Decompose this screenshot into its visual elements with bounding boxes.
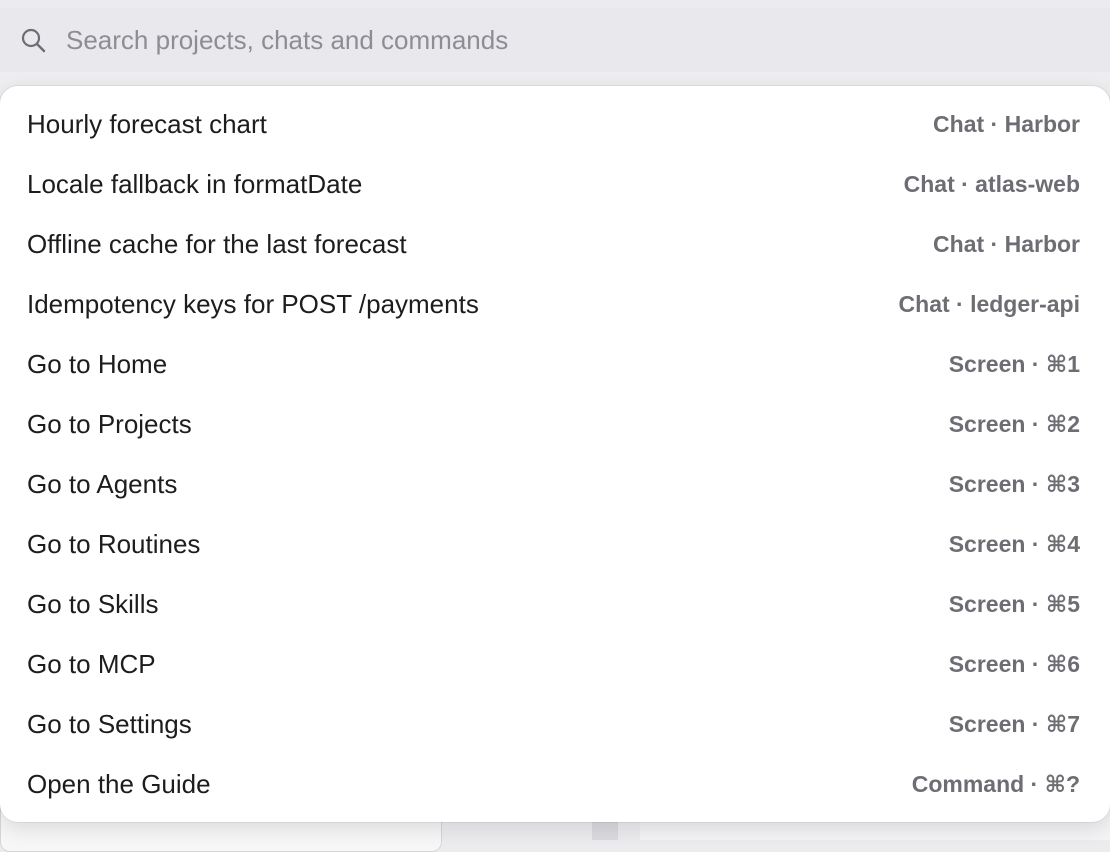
result-row[interactable]: Go to Settings Screen · ⌘7 [0,694,1110,754]
result-row[interactable]: Open the Guide Command · ⌘? [0,754,1110,814]
result-meta: Screen · ⌘7 [948,710,1080,737]
result-meta: Chat · Harbor [933,110,1080,137]
result-title: Go to Routines [27,528,201,559]
result-title: Go to Skills [27,588,159,619]
result-title: Go to Agents [27,468,178,499]
search-input[interactable] [64,22,1086,58]
result-title: Idempotency keys for POST /payments [27,288,479,319]
command-palette-results: Hourly forecast chart Chat · Harbor Loca… [0,86,1110,822]
result-title: Go to MCP [27,648,156,679]
result-row[interactable]: Go to MCP Screen · ⌘6 [0,634,1110,694]
result-row[interactable]: Locale fallback in formatDate Chat · atl… [0,154,1110,214]
result-meta: Screen · ⌘3 [948,470,1080,497]
result-row[interactable]: Go to Agents Screen · ⌘3 [0,454,1110,514]
result-title: Open the Guide [27,768,211,799]
result-row[interactable]: Hourly forecast chart Chat · Harbor [0,94,1110,154]
result-row[interactable]: Go to Projects Screen · ⌘2 [0,394,1110,454]
result-row[interactable]: Go to Home Screen · ⌘1 [0,334,1110,394]
result-title: Offline cache for the last forecast [27,228,407,259]
result-meta: Chat · atlas-web [903,170,1080,197]
result-title: Go to Settings [27,708,192,739]
result-meta: Screen · ⌘6 [948,650,1080,677]
result-meta: Screen · ⌘2 [948,410,1080,437]
result-meta: Screen · ⌘5 [948,590,1080,617]
result-meta: Chat · ledger-api [898,290,1080,317]
result-title: Locale fallback in formatDate [27,168,363,199]
search-bar [0,8,1110,72]
result-meta: Screen · ⌘4 [948,530,1080,557]
result-row[interactable]: Go to Routines Screen · ⌘4 [0,514,1110,574]
results-list: Hourly forecast chart Chat · Harbor Loca… [0,94,1110,814]
result-title: Go to Home [27,348,168,379]
result-row[interactable]: Idempotency keys for POST /payments Chat… [0,274,1110,334]
result-row[interactable]: Offline cache for the last forecast Chat… [0,214,1110,274]
result-row[interactable]: Go to Skills Screen · ⌘5 [0,574,1110,634]
result-meta: Screen · ⌘1 [948,350,1080,377]
search-icon [21,28,46,53]
result-title: Hourly forecast chart [27,108,267,139]
result-meta: Chat · Harbor [933,230,1080,257]
result-title: Go to Projects [27,408,192,439]
result-meta: Command · ⌘? [911,770,1080,797]
